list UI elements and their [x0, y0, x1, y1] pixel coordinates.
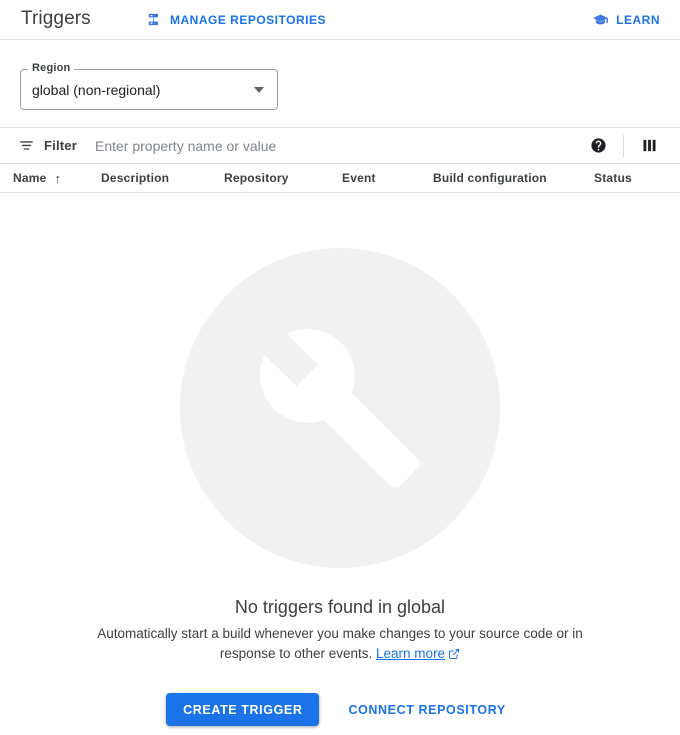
empty-state-description-line1: Automatically start a build whenever you… [97, 626, 569, 641]
sort-ascending-icon[interactable]: ↑ [54, 172, 61, 185]
column-header-status[interactable]: Status [594, 164, 632, 192]
column-header-status-label: Status [594, 171, 632, 185]
create-trigger-button[interactable]: CREATE TRIGGER [166, 693, 320, 726]
empty-state-description: Automatically start a build whenever you… [90, 624, 590, 664]
chevron-down-icon[interactable] [254, 86, 264, 93]
learn-label: LEARN [616, 12, 660, 27]
region-select-field[interactable]: global (non-regional) [20, 69, 278, 110]
help-circle-icon [590, 137, 607, 154]
column-header-build-configuration[interactable]: Build configuration [433, 164, 547, 192]
column-header-build-configuration-label: Build configuration [433, 171, 547, 185]
empty-state-actions: CREATE TRIGGER CONNECT REPOSITORY [0, 693, 680, 726]
column-header-event[interactable]: Event [342, 164, 376, 192]
manage-repositories-label: MANAGE REPOSITORIES [170, 12, 326, 27]
column-display-icon [641, 137, 658, 154]
learn-more-link[interactable]: Learn more [376, 646, 445, 661]
connect-repository-button[interactable]: CONNECT REPOSITORY [340, 693, 513, 726]
page-title: Triggers [21, 8, 91, 29]
region-select[interactable]: Region global (non-regional) [20, 62, 278, 110]
column-header-name-label: Name [13, 171, 47, 185]
illustration-circle [180, 248, 500, 568]
external-link-icon[interactable] [448, 648, 460, 660]
filter-button[interactable]: Filter [18, 137, 77, 154]
manage-repositories-button[interactable]: MANAGE REPOSITORIES [146, 11, 326, 28]
toolbar-divider [623, 134, 624, 157]
region-selected-value: global (non-regional) [32, 81, 161, 98]
column-display-button[interactable] [632, 129, 666, 163]
filter-label: Filter [44, 138, 77, 153]
wrench-build-icon [253, 321, 427, 495]
help-button[interactable] [581, 129, 615, 163]
filter-input[interactable] [92, 128, 581, 163]
filter-bar-actions [581, 129, 666, 163]
empty-state-title: No triggers found in global [234, 597, 446, 617]
filter-icon [18, 137, 35, 154]
column-header-repository-label: Repository [224, 171, 289, 185]
empty-state-illustration [180, 248, 500, 568]
column-header-name[interactable]: Name ↑ [13, 164, 61, 192]
triggers-table-header: Name ↑ Description Repository Event Buil… [0, 164, 680, 193]
column-header-event-label: Event [342, 171, 376, 185]
learn-button[interactable]: LEARN [592, 11, 660, 28]
page-header: Triggers MANAGE REPOSITORIES LEARN [0, 0, 680, 40]
region-label: Region [28, 62, 75, 74]
column-header-repository[interactable]: Repository [224, 164, 289, 192]
filter-bar: Filter [0, 127, 680, 164]
learn-more-label: Learn more [376, 646, 446, 661]
empty-state: No triggers found in global Automaticall… [0, 193, 680, 735]
repository-hub-icon [146, 11, 163, 28]
column-header-description[interactable]: Description [101, 164, 169, 192]
graduation-cap-icon [592, 11, 609, 28]
column-header-description-label: Description [101, 171, 170, 185]
